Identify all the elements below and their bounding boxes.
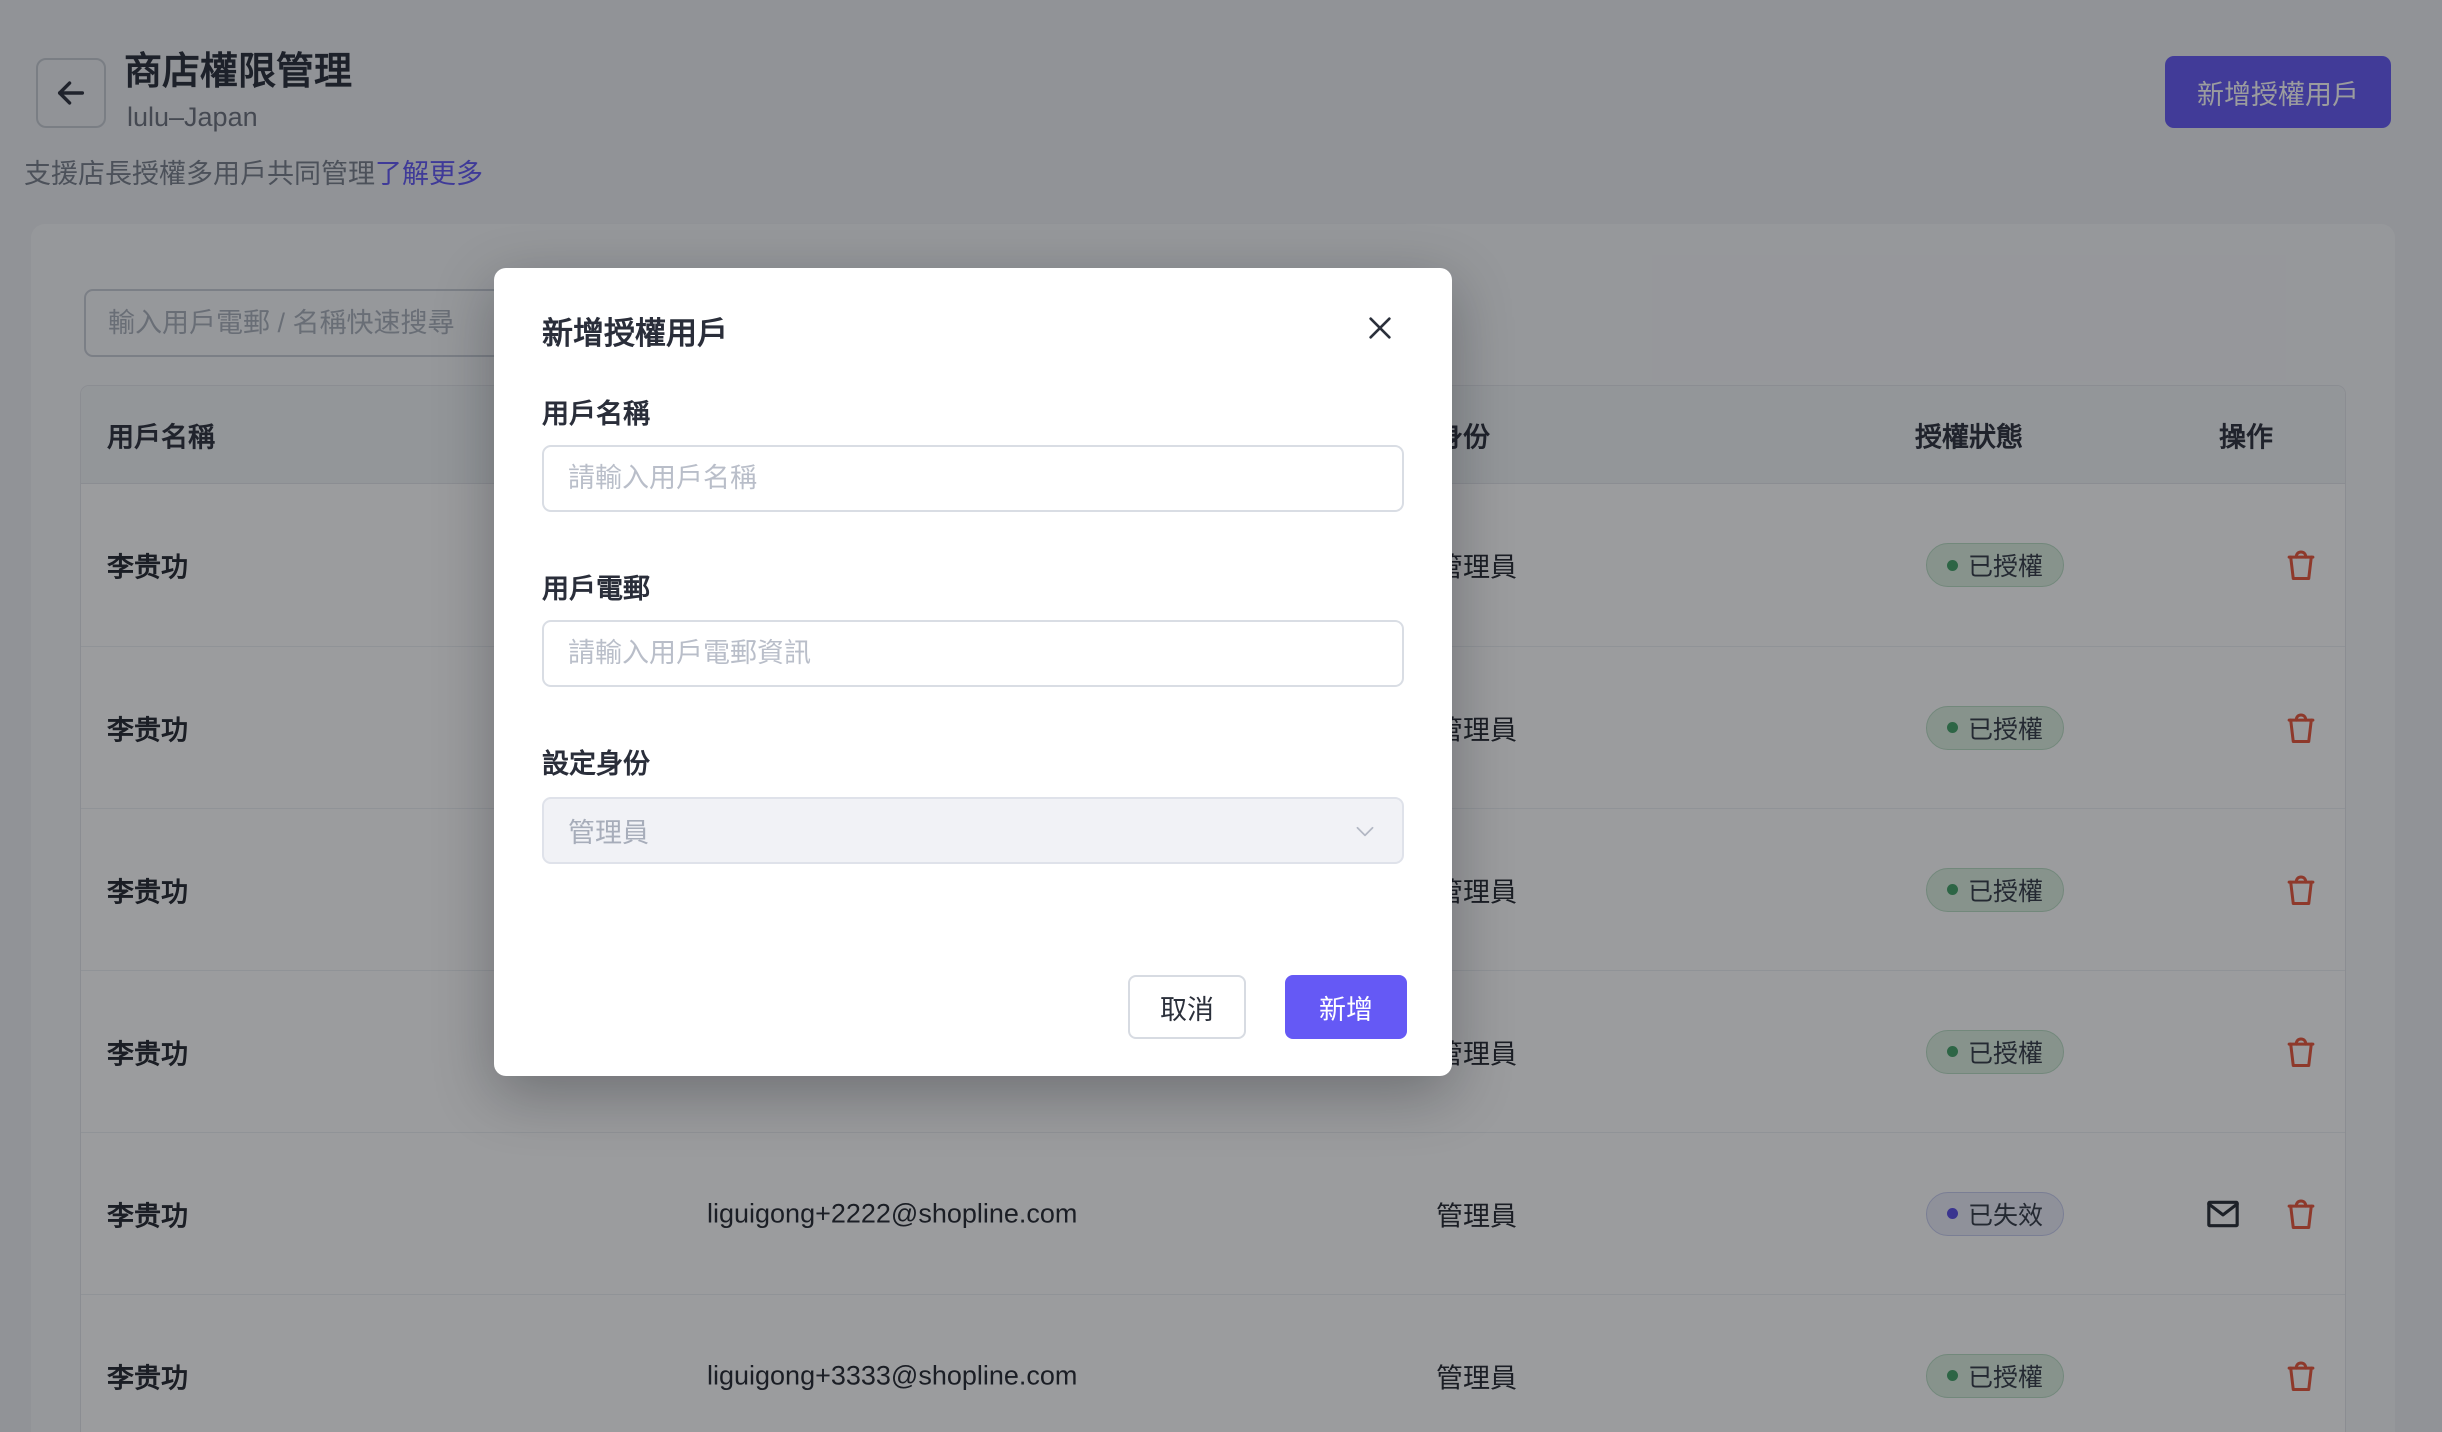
modal-close-button[interactable] xyxy=(1352,300,1408,356)
modal-title: 新增授權用戶 xyxy=(542,316,728,351)
submit-button[interactable]: 新增 xyxy=(1285,975,1407,1039)
store-permission-page: 商店權限管理 lulu–Japan 支援店長授權多用戶共同管理了解更多 新增授權… xyxy=(0,0,2442,1432)
add-user-modal: 新增授權用戶 用戶名稱 用戶電郵 設定身份 管理員 取消 新增 xyxy=(494,268,1452,1076)
cancel-button[interactable]: 取消 xyxy=(1128,975,1246,1039)
close-icon xyxy=(1364,312,1396,344)
field-label-role: 設定身份 xyxy=(542,749,650,779)
field-label-email: 用戶電郵 xyxy=(542,574,650,604)
field-label-username: 用戶名稱 xyxy=(542,399,650,429)
role-select-value: 管理員 xyxy=(568,818,649,848)
email-field[interactable] xyxy=(542,620,1404,687)
chevron-down-icon xyxy=(1352,818,1378,844)
username-field[interactable] xyxy=(542,445,1404,512)
role-select[interactable]: 管理員 xyxy=(542,797,1404,864)
